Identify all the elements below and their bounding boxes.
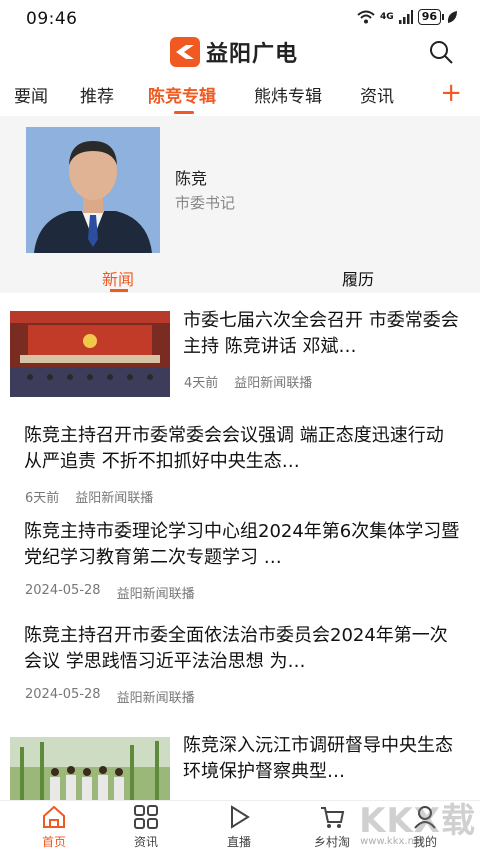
home-icon <box>43 805 65 828</box>
add-channel-icon[interactable]: + <box>440 80 462 106</box>
watermark: KKX载 <box>359 801 476 841</box>
news-title: 陈竞主持召开市委全面依法治市委员会2024年第一次会议 学思践悟习近平法治思想 … <box>24 625 448 672</box>
nav-label: 乡村淘 <box>313 835 350 849</box>
news-source: 益阳新闻联播 <box>116 587 195 602</box>
news-item[interactable]: 陈竞主持召开市委常委会会议强调 端正态度迅速行动 从严追责 不折不扣抓好中央生态… <box>0 423 480 513</box>
leaf-icon <box>447 11 457 23</box>
play-icon <box>231 805 250 829</box>
news-item[interactable]: 陈竞主持市委理论学习中心组2024年第6次集体学习暨党纪学习教育第二次专题学习 … <box>0 519 480 609</box>
tab-news[interactable]: 资讯 <box>360 82 394 107</box>
status-bar: 09:46 4G 96 <box>0 0 480 34</box>
news-source: 益阳新闻联播 <box>234 376 313 391</box>
subtab-resume[interactable]: 履历 <box>342 266 374 290</box>
tab-chenjing[interactable]: 陈竞专辑 <box>148 82 216 107</box>
cart-icon <box>321 807 345 828</box>
news-meta: 4天前 益阳新闻联播 <box>184 372 312 391</box>
wifi-icon <box>357 10 375 24</box>
nav-label: 资讯 <box>133 835 158 849</box>
nav-village-shop[interactable]: 乡村淘 <box>297 803 367 850</box>
tab-headlines[interactable]: 要闻 <box>14 82 48 107</box>
news-time: 4天前 <box>184 376 219 391</box>
profile-card: 陈竞 市委书记 新闻 履历 <box>0 116 480 293</box>
news-time: 2024-05-28 <box>25 687 101 702</box>
news-title: 陈竞主持市委理论学习中心组2024年第6次集体学习暨党纪学习教育第二次专题学习 … <box>24 521 460 568</box>
news-source: 益阳新闻联播 <box>116 691 195 706</box>
news-time: 2024-05-28 <box>25 583 101 598</box>
news-meta: 6天前 益阳新闻联播 <box>25 487 153 506</box>
tab-recommend[interactable]: 推荐 <box>80 82 114 107</box>
tab-xiongwei[interactable]: 熊炜专辑 <box>254 82 322 107</box>
profile-title: 市委书记 <box>175 194 236 212</box>
active-tab-indicator <box>174 111 194 114</box>
news-meta: 2024-05-28 益阳新闻联播 <box>25 583 195 602</box>
news-title: 陈竞深入沅江市调研督导中央生态环境保护督察典型… <box>183 735 453 782</box>
news-meta: 2024-05-28 益阳新闻联播 <box>25 687 195 706</box>
news-title: 陈竞主持召开市委常委会会议强调 端正态度迅速行动 从严追责 不折不扣抓好中央生态… <box>24 425 444 472</box>
news-time: 6天前 <box>25 491 60 506</box>
app-header: 益阳广电 <box>0 34 480 70</box>
portrait-image <box>26 127 160 253</box>
battery-icon: 96 <box>417 9 445 25</box>
news-item[interactable]: 陈竞主持召开市委全面依法治市委员会2024年第一次会议 学思践悟习近平法治思想 … <box>0 623 480 713</box>
app-logo: 益阳广电 <box>170 36 298 68</box>
active-subtab-indicator <box>110 289 128 292</box>
watermark-url: www.kkx.net <box>360 836 424 847</box>
subtab-news[interactable]: 新闻 <box>102 266 134 290</box>
signal-icon <box>398 10 413 24</box>
app-name: 益阳广电 <box>206 42 299 67</box>
network-type: 4G <box>380 12 394 22</box>
news-thumbnail <box>10 311 170 397</box>
nav-label: 首页 <box>41 835 66 849</box>
search-icon[interactable] <box>428 39 454 65</box>
status-icons: 4G 96 <box>357 9 458 25</box>
logo-mark-icon <box>170 37 200 67</box>
channel-tabs: 要闻 推荐 陈竞专辑 熊炜专辑 资讯 + <box>0 78 480 116</box>
status-time: 09:46 <box>26 9 78 29</box>
grid-icon <box>134 805 158 829</box>
nav-home[interactable]: 首页 <box>19 803 89 850</box>
profile-name: 陈竞 <box>175 169 208 188</box>
news-item[interactable]: 市委七届六次全会召开 市委常委会主持 陈竞讲话 邓斌… 4天前 益阳新闻联播 <box>0 308 480 398</box>
nav-info[interactable]: 资讯 <box>111 803 181 850</box>
news-source: 益阳新闻联播 <box>75 491 154 506</box>
nav-live[interactable]: 直播 <box>204 803 274 850</box>
nav-label: 直播 <box>226 835 251 849</box>
news-title: 市委七届六次全会召开 市委常委会主持 陈竞讲话 邓斌… <box>183 310 459 357</box>
